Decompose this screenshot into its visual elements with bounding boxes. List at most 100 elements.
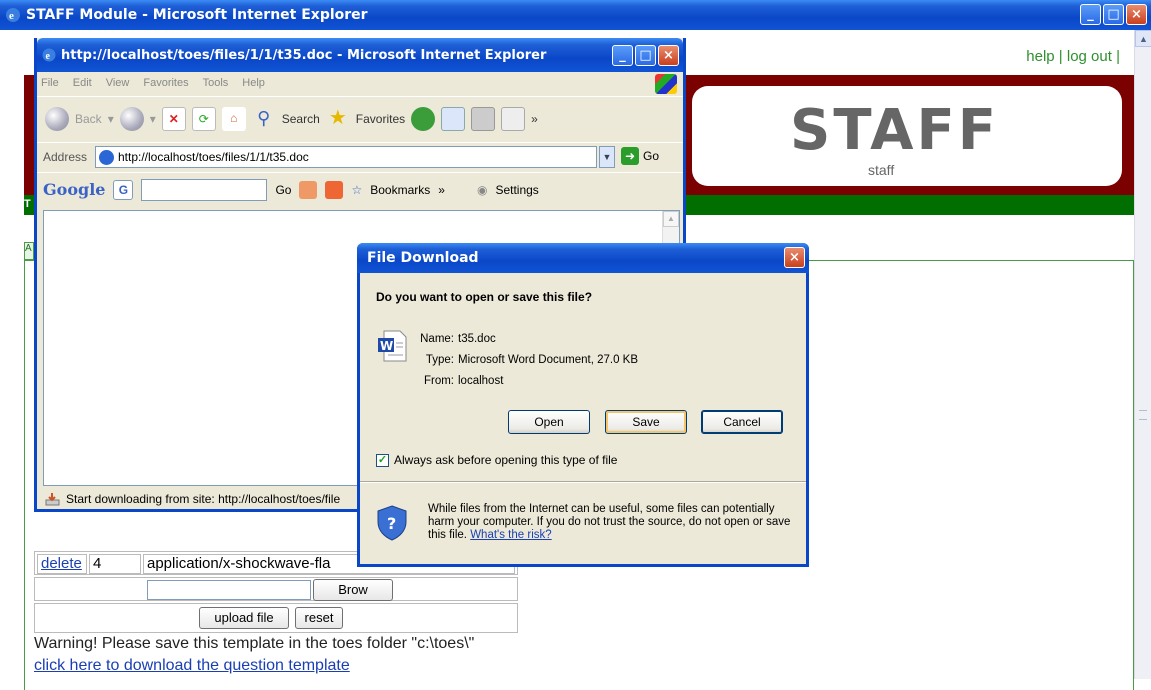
scroll-up-icon[interactable]: ▲	[1135, 30, 1151, 47]
divider	[360, 481, 806, 483]
menu-help[interactable]: Help	[242, 77, 265, 89]
minimize-button[interactable]: _	[1080, 4, 1101, 25]
maximize-button[interactable]: □	[1103, 4, 1124, 25]
menu-file[interactable]: File	[41, 77, 59, 89]
close-button[interactable]: ×	[784, 247, 805, 268]
settings-button[interactable]: Settings	[495, 183, 538, 197]
tab-a[interactable]: A	[24, 242, 34, 260]
logout-link[interactable]: log out	[1067, 48, 1112, 65]
google-toolbar: Google G Go ☆ Bookmarks » ◉ Settings	[37, 172, 683, 206]
refresh-icon[interactable]: ⟳	[191, 106, 216, 131]
close-button[interactable]: ×	[658, 45, 679, 66]
download-icon	[45, 493, 60, 506]
open-button[interactable]: Open	[508, 410, 590, 434]
save-button[interactable]: Save	[605, 410, 687, 434]
standard-toolbar: Back ▾ ▾ ✕ ⟳ ⌂ ⚲ Search ★ Favorites »	[37, 96, 683, 140]
google-g-icon[interactable]: G	[113, 179, 134, 200]
cancel-button[interactable]: Cancel	[701, 410, 783, 434]
help-link[interactable]: help	[1026, 48, 1054, 65]
download-template-link[interactable]: click here to download the question temp…	[34, 657, 350, 675]
address-bar: Address http://localhost/toes/files/1/1/…	[37, 142, 683, 170]
warning-text: Warning! Please save this template in th…	[34, 635, 475, 652]
address-label: Address	[43, 149, 88, 164]
chevron-down-icon[interactable]: ▼	[599, 146, 615, 168]
back-icon[interactable]	[45, 106, 69, 131]
google-go-button[interactable]: Go	[275, 183, 291, 197]
svg-text:W: W	[380, 339, 393, 353]
search-icon[interactable]: ⚲	[252, 107, 276, 131]
table-row: upload file reset	[34, 603, 518, 633]
toolbar-more[interactable]: »	[531, 112, 538, 126]
dialog-title: File Download	[367, 250, 479, 266]
outer-window-title: STAFF Module - Microsoft Internet Explor…	[26, 7, 368, 23]
favorites-button-label[interactable]: Favorites	[356, 112, 405, 126]
google-logo[interactable]: Google	[43, 180, 105, 199]
history-icon[interactable]	[411, 106, 436, 131]
browse-button[interactable]: Brow	[313, 579, 393, 601]
svg-text:e: e	[9, 10, 14, 22]
security-warning: While files from the Internet can be use…	[428, 503, 798, 542]
print-icon[interactable]	[471, 106, 496, 131]
settings-icon[interactable]: ◉	[477, 183, 487, 197]
ie-icon: e	[42, 48, 56, 62]
scroll-up-icon[interactable]: ▲	[663, 211, 679, 227]
from-value: localhost	[458, 375, 504, 387]
header-links: help | log out |	[1026, 48, 1120, 65]
edit-icon[interactable]	[501, 106, 526, 131]
bookmarks-button[interactable]: Bookmarks	[370, 183, 430, 197]
dialog-question: Do you want to open or save this file?	[376, 290, 593, 304]
security-shield-icon: ?	[377, 505, 407, 541]
menu-favorites[interactable]: Favorites	[143, 77, 188, 89]
always-ask-checkbox[interactable]: ✓	[376, 454, 389, 467]
menu-tools[interactable]: Tools	[203, 77, 229, 89]
close-button[interactable]: ×	[1126, 4, 1147, 25]
bookmark-star-icon[interactable]: ☆	[351, 183, 362, 197]
name-label: Name:	[420, 333, 454, 345]
popup-blocker-icon[interactable]	[325, 180, 344, 199]
windows-flag-icon	[655, 74, 677, 94]
chevron-down-icon[interactable]: ▾	[150, 112, 156, 126]
chevron-down-icon[interactable]: ▾	[108, 112, 114, 126]
outer-scrollbar[interactable]: ▲	[1134, 30, 1151, 679]
menu-edit[interactable]: Edit	[73, 77, 92, 89]
delete-link[interactable]: delete	[37, 554, 87, 574]
staff-logo-subtitle: staff	[868, 162, 895, 178]
reset-button[interactable]: reset	[295, 607, 343, 629]
go-label: Go	[643, 149, 660, 163]
header-separator-2: |	[1116, 48, 1120, 65]
mail-icon[interactable]	[441, 106, 466, 131]
home-icon[interactable]: ⌂	[221, 106, 246, 131]
name-value: t35.doc	[458, 333, 496, 345]
back-button-label[interactable]: Back	[75, 112, 102, 126]
scroll-grip[interactable]	[1139, 410, 1147, 420]
address-url: http://localhost/toes/files/1/1/t35.doc	[118, 150, 309, 164]
address-input[interactable]: http://localhost/toes/files/1/1/t35.doc	[95, 146, 597, 168]
outer-titlebar[interactable]: e STAFF Module - Microsoft Internet Expl…	[0, 0, 1151, 30]
type-label: Type:	[425, 354, 454, 366]
staff-logo: STAFF	[790, 98, 1000, 163]
google-search-input[interactable]	[141, 178, 268, 201]
file-id: 4	[89, 554, 141, 574]
maximize-button[interactable]: □	[635, 45, 656, 66]
inner-titlebar[interactable]: e http://localhost/toes/files/1/1/t35.do…	[37, 38, 683, 72]
svg-text:e: e	[46, 51, 51, 62]
minimize-button[interactable]: _	[612, 45, 633, 66]
favorites-star-icon[interactable]: ★	[326, 107, 350, 131]
stop-icon[interactable]: ✕	[161, 106, 186, 131]
type-value: Microsoft Word Document, 27.0 KB	[458, 354, 639, 366]
go-arrow-icon: ➜	[621, 147, 639, 165]
whats-the-risk-link[interactable]: What's the risk?	[470, 529, 551, 541]
file-path-input[interactable]	[147, 580, 311, 600]
google-toolbar-more[interactable]: »	[438, 183, 445, 197]
header-separator: |	[1058, 48, 1063, 65]
menu-view[interactable]: View	[106, 77, 130, 89]
dialog-titlebar[interactable]: File Download ×	[357, 243, 809, 273]
status-text: Start downloading from site: http://loca…	[66, 492, 341, 506]
search-button-label[interactable]: Search	[282, 112, 320, 126]
svg-text:?: ?	[387, 514, 396, 533]
always-ask-label[interactable]: Always ask before opening this type of f…	[394, 453, 617, 467]
go-button[interactable]: ➜ Go	[621, 147, 659, 165]
pagerank-icon[interactable]	[299, 180, 318, 199]
upload-file-button[interactable]: upload file	[199, 607, 289, 629]
forward-icon[interactable]	[119, 106, 144, 131]
